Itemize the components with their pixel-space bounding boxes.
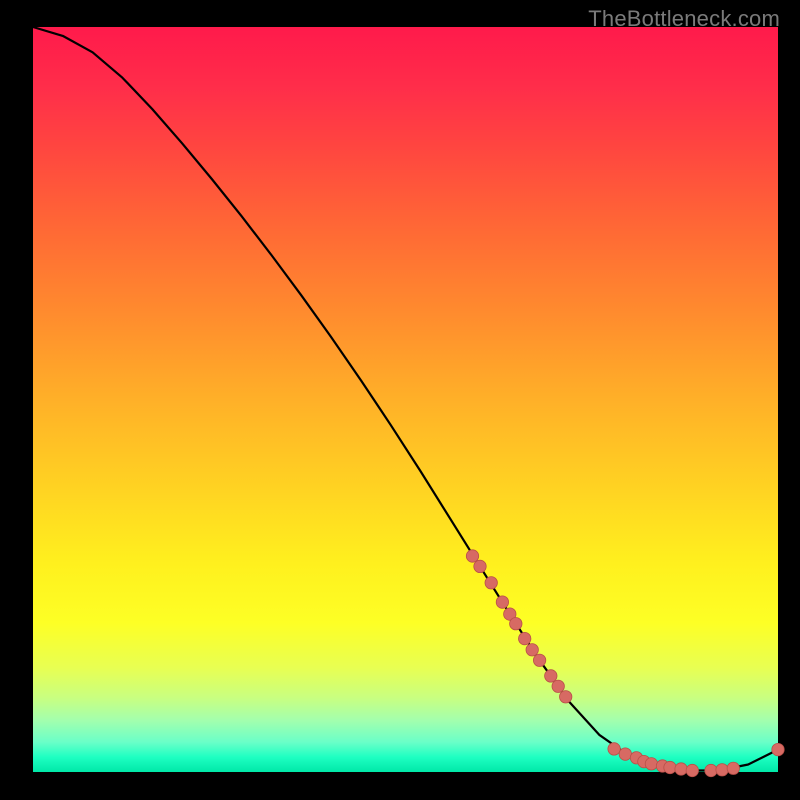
gradient-plot-area [33,27,778,772]
marker-dot [675,763,687,775]
chart-stage: TheBottleneck.com [0,0,800,800]
marker-dot [526,644,538,656]
marker-dot [519,632,531,644]
marker-dot [533,654,545,666]
marker-dot [645,758,657,770]
marker-dot [619,748,631,760]
marker-dot [608,743,620,755]
marker-dot [664,761,676,773]
marker-dot [510,618,522,630]
chart-svg [33,27,778,772]
marker-dot [485,577,497,589]
marker-dot [545,670,557,682]
marker-dot [716,764,728,776]
bottleneck-curve [33,27,778,771]
marker-dot [727,762,739,774]
marker-dot [496,596,508,608]
marker-dot [705,764,717,776]
marker-dot [466,550,478,562]
marker-dot [560,691,572,703]
marker-dot [686,764,698,776]
marker-dot [474,560,486,572]
marker-dot [772,743,784,755]
marker-group [466,550,784,777]
marker-dot [552,680,564,692]
